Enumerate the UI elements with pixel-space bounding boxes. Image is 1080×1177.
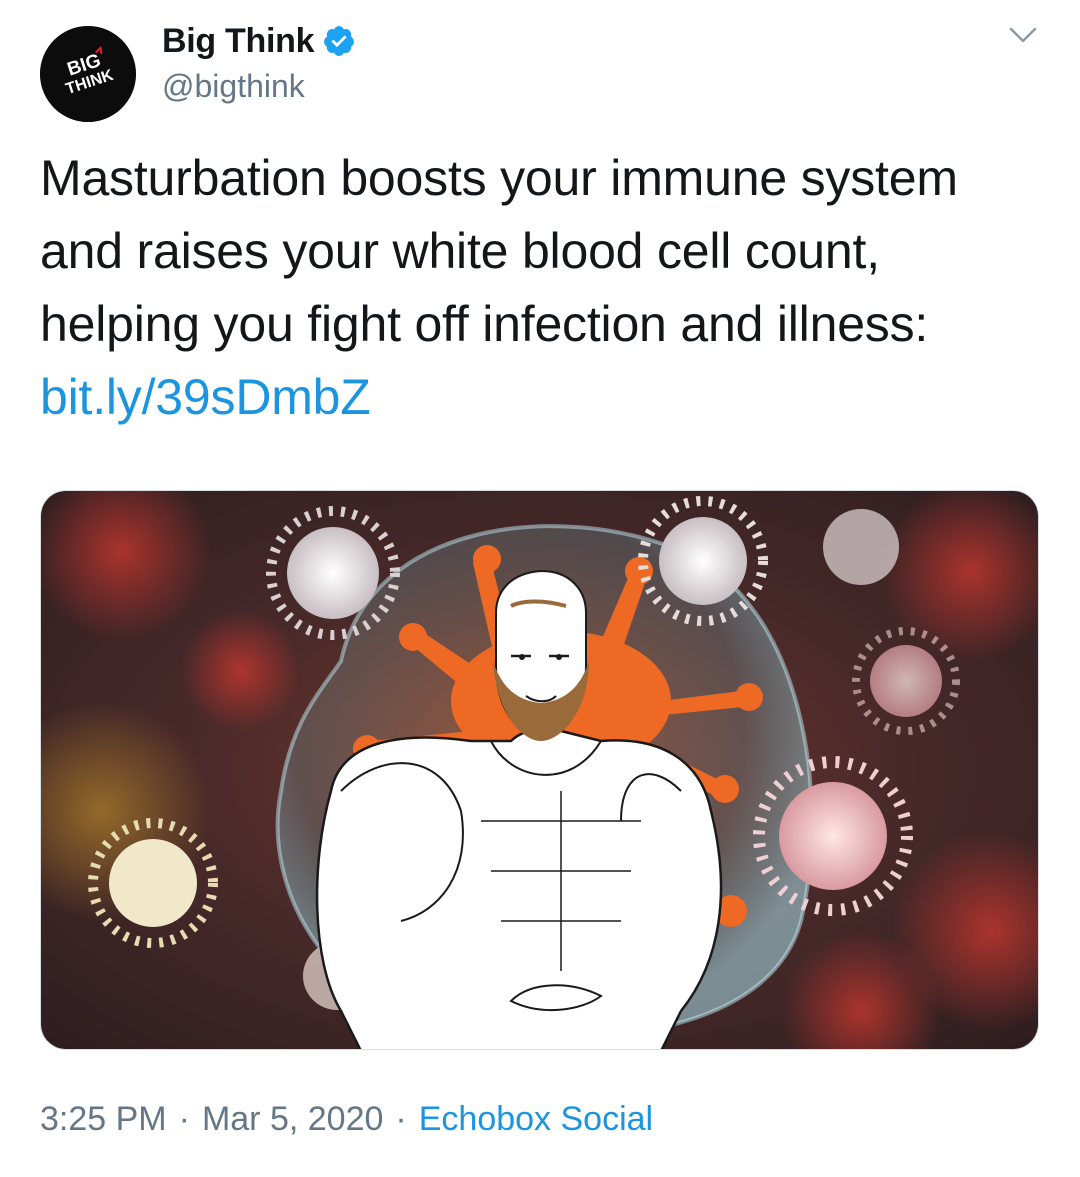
author-info: Big Think @bigthink — [162, 18, 356, 105]
tweet-image[interactable] — [40, 490, 1039, 1050]
bigthink-logo: BIG THINK — [40, 26, 136, 122]
display-name-row: Big Think — [162, 18, 356, 64]
verified-badge-icon — [324, 26, 355, 56]
tweet-source[interactable]: Echobox Social — [419, 1100, 653, 1139]
tweet-time[interactable]: 3:25 PM — [40, 1100, 167, 1139]
tweet-text: Masturbation boosts your immune system a… — [40, 142, 1050, 434]
handle[interactable]: @bigthink — [162, 68, 356, 105]
chevron-down-icon[interactable] — [1008, 24, 1038, 46]
tweet-card: BIG THINK Big Think @bigthink Masturbati… — [0, 0, 1080, 1177]
display-name[interactable]: Big Think — [162, 22, 314, 61]
tweet-date[interactable]: Mar 5, 2020 — [202, 1100, 383, 1139]
tweet-body: Masturbation boosts your immune system a… — [40, 150, 958, 352]
virus-meme-image — [41, 491, 1038, 1049]
tweet-meta: 3:25 PM · Mar 5, 2020 · Echobox Social — [40, 1100, 653, 1139]
tweet-link[interactable]: bit.ly/39sDmbZ — [40, 369, 371, 425]
meta-separator: · — [395, 1100, 407, 1138]
meta-separator: · — [178, 1100, 190, 1138]
avatar[interactable]: BIG THINK — [40, 26, 136, 122]
